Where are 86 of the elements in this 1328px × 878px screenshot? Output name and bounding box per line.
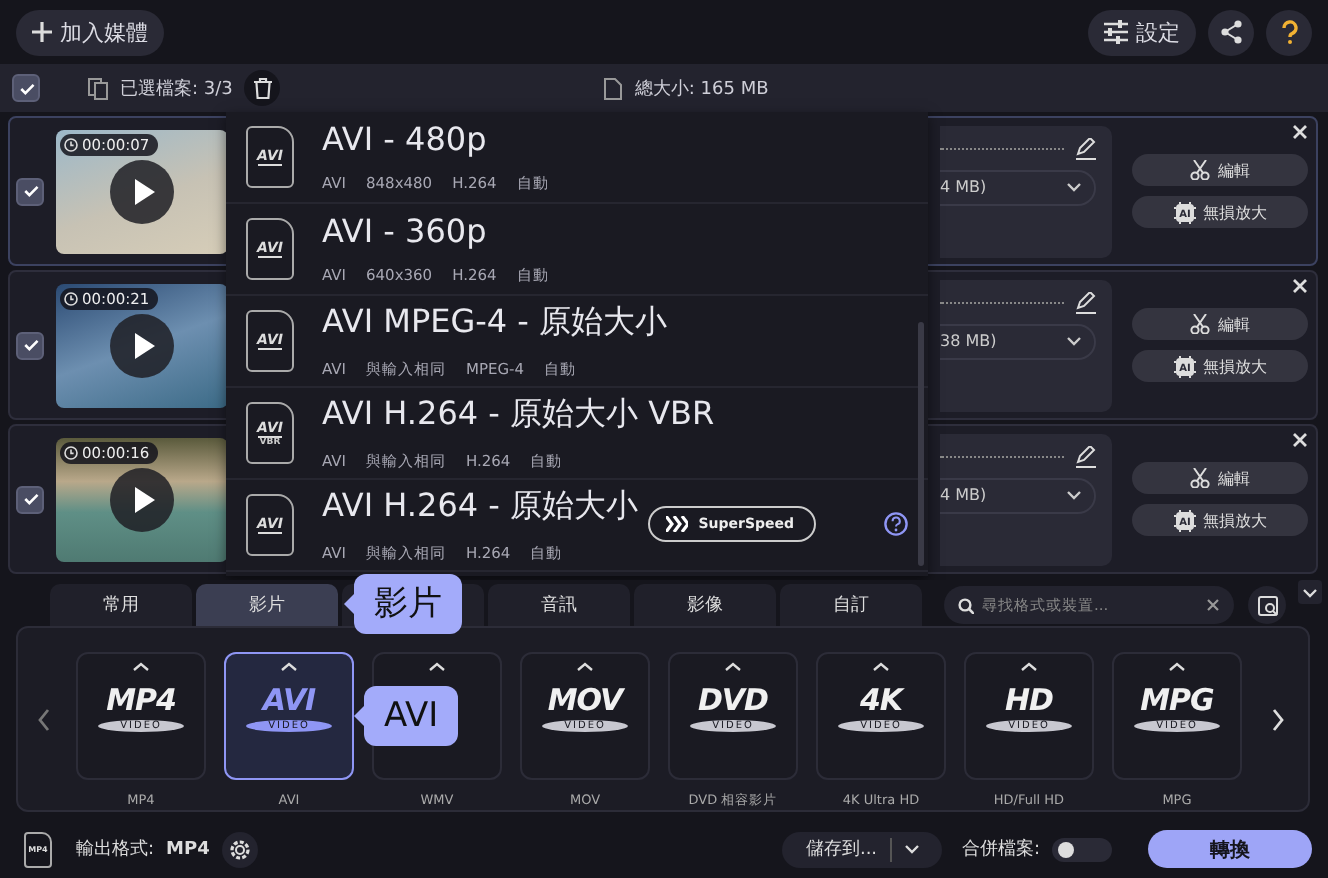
preset-dropdown[interactable]: 38 MB) (940, 323, 1096, 359)
check-icon (21, 490, 39, 508)
chevron-left-icon[interactable] (38, 708, 50, 732)
merge-toggle[interactable] (1052, 837, 1112, 861)
merge-files-label: 合併檔案: (961, 836, 1040, 862)
play-button[interactable] (110, 467, 174, 531)
edit-button[interactable]: 編輯 (1132, 308, 1308, 340)
callout-tooltip: 影片 (344, 574, 462, 634)
share-icon (1220, 20, 1242, 44)
play-button[interactable] (110, 159, 174, 223)
clock-icon (64, 445, 78, 459)
chevron-down-icon (1066, 182, 1082, 192)
gear-icon (227, 837, 252, 861)
scissors-icon (1190, 314, 1210, 334)
pencil-icon[interactable] (1076, 445, 1096, 467)
clock-icon (64, 291, 78, 305)
preset-title: AVI MPEG-4 - 原始大小 (322, 302, 668, 344)
preset-dropdown[interactable]: 4 MB) (940, 477, 1096, 513)
close-icon[interactable] (1292, 124, 1308, 140)
check-icon (21, 182, 39, 200)
caret-up-icon[interactable] (1020, 662, 1038, 672)
scrollbar[interactable] (918, 322, 924, 566)
chevron-right-icon[interactable] (1272, 708, 1284, 732)
selected-count: 已選檔案: 3/3 (120, 76, 233, 101)
device-search-button[interactable] (1248, 586, 1286, 624)
caret-up-icon[interactable] (132, 662, 150, 672)
clock-icon (64, 137, 78, 151)
caret-up-icon[interactable] (428, 662, 446, 672)
chevron-down-icon (1066, 336, 1082, 346)
close-icon[interactable] (1292, 278, 1308, 294)
caret-up-icon[interactable] (724, 662, 742, 672)
caret-up-icon[interactable] (1168, 662, 1186, 672)
save-to-dropdown[interactable]: 儲存到... (781, 831, 942, 867)
help-button[interactable] (1266, 9, 1312, 55)
chevron-down-icon (903, 844, 920, 854)
pencil-icon[interactable] (1076, 291, 1096, 313)
file-icon (604, 77, 623, 99)
format-tab[interactable]: 影像 (634, 584, 776, 626)
checkbox[interactable] (16, 331, 44, 359)
share-button[interactable] (1208, 9, 1254, 55)
edit-button[interactable]: 編輯 (1132, 154, 1308, 186)
total-size: 總大小: 165 MB (634, 77, 769, 101)
settings-button[interactable] (221, 831, 258, 867)
question-icon (1280, 20, 1298, 44)
check-icon (21, 336, 39, 354)
preset-title: AVI - 480p (322, 120, 489, 158)
output-format-label: 輸出格式: (76, 837, 155, 862)
caret-up-icon[interactable] (280, 662, 298, 672)
caret-up-icon[interactable] (872, 662, 890, 672)
files-icon (88, 77, 108, 99)
pencil-icon[interactable] (1076, 137, 1096, 159)
edit-button[interactable]: 編輯 (1132, 462, 1308, 494)
help-icon[interactable] (884, 512, 908, 536)
checkbox[interactable] (16, 177, 44, 205)
scissors-icon (1190, 160, 1210, 180)
delete-button[interactable] (244, 70, 281, 106)
add-media-button[interactable]: 加入媒體 (16, 9, 164, 55)
preset-dropdown[interactable]: 4 MB) (940, 169, 1096, 205)
callout-tooltip: AVI (354, 686, 459, 746)
chevron-down-icon (1302, 587, 1318, 597)
chevrons-icon (666, 516, 689, 532)
settings-button[interactable]: 設定 (1088, 9, 1196, 55)
preset-title: AVI - 360p (322, 212, 489, 250)
check-icon (17, 79, 35, 97)
sliders-icon (1104, 20, 1128, 44)
device-search-icon (1257, 595, 1277, 615)
search-icon (958, 598, 974, 614)
format-tab[interactable]: 自訂 (780, 584, 922, 626)
scissors-icon (1190, 468, 1210, 488)
close-icon[interactable] (1292, 432, 1308, 448)
chevron-down-icon (1066, 490, 1082, 500)
format-tab[interactable]: 影片 (196, 584, 338, 626)
checkbox[interactable] (16, 485, 44, 513)
plus-icon (32, 22, 52, 42)
checkbox[interactable] (12, 74, 40, 102)
convert-button[interactable]: 轉換 (1148, 830, 1312, 868)
clear-icon[interactable] (1206, 598, 1220, 612)
format-tab[interactable]: 常用 (50, 584, 192, 626)
output-format-value: MP4 (166, 839, 210, 859)
play-button[interactable] (110, 313, 174, 377)
preset-title: AVI H.264 - 原始大小 VBR (322, 394, 715, 436)
trash-icon (253, 77, 272, 99)
collapse-button[interactable] (1298, 580, 1322, 604)
format-tab[interactable]: 音訊 (488, 584, 630, 626)
preset-title: AVI H.264 - 原始大小 (322, 486, 638, 528)
caret-up-icon[interactable] (576, 662, 594, 672)
